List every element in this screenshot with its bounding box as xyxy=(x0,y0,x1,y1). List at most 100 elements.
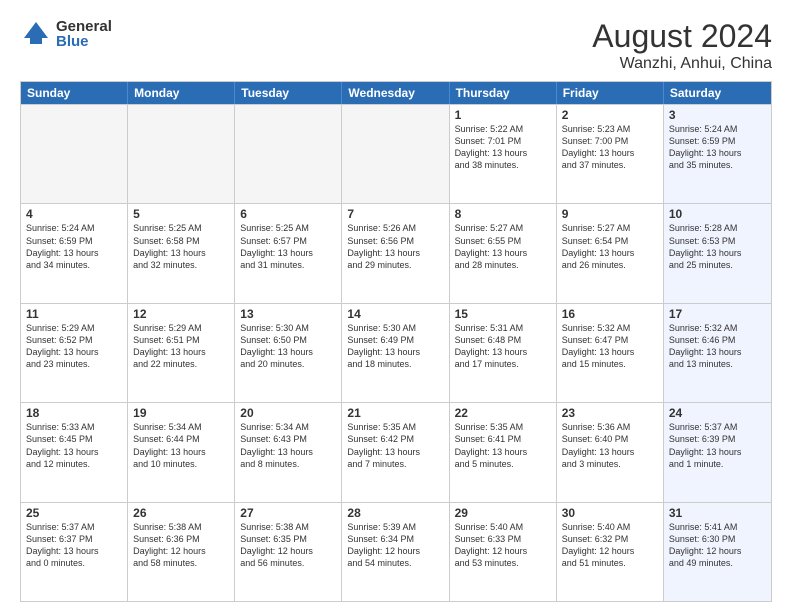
day-number: 22 xyxy=(455,406,551,420)
empty-cell-0-1 xyxy=(128,105,235,203)
day-number: 20 xyxy=(240,406,336,420)
day-number: 4 xyxy=(26,207,122,221)
day-info: Sunrise: 5:34 AM Sunset: 6:44 PM Dayligh… xyxy=(133,421,229,470)
day-cell-1: 1Sunrise: 5:22 AM Sunset: 7:01 PM Daylig… xyxy=(450,105,557,203)
day-cell-31: 31Sunrise: 5:41 AM Sunset: 6:30 PM Dayli… xyxy=(664,503,771,601)
day-cell-21: 21Sunrise: 5:35 AM Sunset: 6:42 PM Dayli… xyxy=(342,403,449,501)
week-row-4: 18Sunrise: 5:33 AM Sunset: 6:45 PM Dayli… xyxy=(21,402,771,501)
header-day-saturday: Saturday xyxy=(664,82,771,104)
header-day-sunday: Sunday xyxy=(21,82,128,104)
day-number: 3 xyxy=(669,108,766,122)
day-number: 13 xyxy=(240,307,336,321)
day-info: Sunrise: 5:37 AM Sunset: 6:39 PM Dayligh… xyxy=(669,421,766,470)
day-info: Sunrise: 5:23 AM Sunset: 7:00 PM Dayligh… xyxy=(562,123,658,172)
day-cell-22: 22Sunrise: 5:35 AM Sunset: 6:41 PM Dayli… xyxy=(450,403,557,501)
day-info: Sunrise: 5:38 AM Sunset: 6:36 PM Dayligh… xyxy=(133,521,229,570)
logo-icon xyxy=(20,18,52,50)
day-number: 6 xyxy=(240,207,336,221)
empty-cell-0-3 xyxy=(342,105,449,203)
day-info: Sunrise: 5:30 AM Sunset: 6:50 PM Dayligh… xyxy=(240,322,336,371)
header-day-monday: Monday xyxy=(128,82,235,104)
day-cell-7: 7Sunrise: 5:26 AM Sunset: 6:56 PM Daylig… xyxy=(342,204,449,302)
day-number: 17 xyxy=(669,307,766,321)
day-cell-3: 3Sunrise: 5:24 AM Sunset: 6:59 PM Daylig… xyxy=(664,105,771,203)
header-day-tuesday: Tuesday xyxy=(235,82,342,104)
day-number: 23 xyxy=(562,406,658,420)
empty-cell-0-0 xyxy=(21,105,128,203)
calendar: SundayMondayTuesdayWednesdayThursdayFrid… xyxy=(20,81,772,602)
day-info: Sunrise: 5:27 AM Sunset: 6:54 PM Dayligh… xyxy=(562,222,658,271)
day-cell-9: 9Sunrise: 5:27 AM Sunset: 6:54 PM Daylig… xyxy=(557,204,664,302)
day-info: Sunrise: 5:30 AM Sunset: 6:49 PM Dayligh… xyxy=(347,322,443,371)
day-cell-19: 19Sunrise: 5:34 AM Sunset: 6:44 PM Dayli… xyxy=(128,403,235,501)
day-cell-29: 29Sunrise: 5:40 AM Sunset: 6:33 PM Dayli… xyxy=(450,503,557,601)
day-cell-17: 17Sunrise: 5:32 AM Sunset: 6:46 PM Dayli… xyxy=(664,304,771,402)
day-info: Sunrise: 5:32 AM Sunset: 6:46 PM Dayligh… xyxy=(669,322,766,371)
day-info: Sunrise: 5:27 AM Sunset: 6:55 PM Dayligh… xyxy=(455,222,551,271)
logo-blue-text: Blue xyxy=(56,34,112,49)
day-info: Sunrise: 5:40 AM Sunset: 6:33 PM Dayligh… xyxy=(455,521,551,570)
day-cell-20: 20Sunrise: 5:34 AM Sunset: 6:43 PM Dayli… xyxy=(235,403,342,501)
day-cell-26: 26Sunrise: 5:38 AM Sunset: 6:36 PM Dayli… xyxy=(128,503,235,601)
logo: General Blue xyxy=(20,18,112,50)
day-number: 16 xyxy=(562,307,658,321)
week-row-1: 1Sunrise: 5:22 AM Sunset: 7:01 PM Daylig… xyxy=(21,104,771,203)
day-number: 12 xyxy=(133,307,229,321)
day-info: Sunrise: 5:31 AM Sunset: 6:48 PM Dayligh… xyxy=(455,322,551,371)
day-info: Sunrise: 5:40 AM Sunset: 6:32 PM Dayligh… xyxy=(562,521,658,570)
day-number: 30 xyxy=(562,506,658,520)
day-number: 1 xyxy=(455,108,551,122)
day-number: 18 xyxy=(26,406,122,420)
day-cell-28: 28Sunrise: 5:39 AM Sunset: 6:34 PM Dayli… xyxy=(342,503,449,601)
calendar-body: 1Sunrise: 5:22 AM Sunset: 7:01 PM Daylig… xyxy=(21,104,771,601)
day-cell-18: 18Sunrise: 5:33 AM Sunset: 6:45 PM Dayli… xyxy=(21,403,128,501)
page: General Blue August 2024 Wanzhi, Anhui, … xyxy=(0,0,792,612)
day-info: Sunrise: 5:28 AM Sunset: 6:53 PM Dayligh… xyxy=(669,222,766,271)
day-info: Sunrise: 5:32 AM Sunset: 6:47 PM Dayligh… xyxy=(562,322,658,371)
day-info: Sunrise: 5:35 AM Sunset: 6:42 PM Dayligh… xyxy=(347,421,443,470)
day-cell-8: 8Sunrise: 5:27 AM Sunset: 6:55 PM Daylig… xyxy=(450,204,557,302)
day-cell-5: 5Sunrise: 5:25 AM Sunset: 6:58 PM Daylig… xyxy=(128,204,235,302)
day-info: Sunrise: 5:25 AM Sunset: 6:58 PM Dayligh… xyxy=(133,222,229,271)
day-info: Sunrise: 5:34 AM Sunset: 6:43 PM Dayligh… xyxy=(240,421,336,470)
day-cell-15: 15Sunrise: 5:31 AM Sunset: 6:48 PM Dayli… xyxy=(450,304,557,402)
logo-general-text: General xyxy=(56,19,112,34)
day-cell-16: 16Sunrise: 5:32 AM Sunset: 6:47 PM Dayli… xyxy=(557,304,664,402)
day-cell-24: 24Sunrise: 5:37 AM Sunset: 6:39 PM Dayli… xyxy=(664,403,771,501)
day-number: 28 xyxy=(347,506,443,520)
day-number: 21 xyxy=(347,406,443,420)
day-info: Sunrise: 5:37 AM Sunset: 6:37 PM Dayligh… xyxy=(26,521,122,570)
day-info: Sunrise: 5:24 AM Sunset: 6:59 PM Dayligh… xyxy=(26,222,122,271)
calendar-header: SundayMondayTuesdayWednesdayThursdayFrid… xyxy=(21,82,771,104)
day-info: Sunrise: 5:29 AM Sunset: 6:52 PM Dayligh… xyxy=(26,322,122,371)
day-info: Sunrise: 5:41 AM Sunset: 6:30 PM Dayligh… xyxy=(669,521,766,570)
day-number: 26 xyxy=(133,506,229,520)
day-cell-4: 4Sunrise: 5:24 AM Sunset: 6:59 PM Daylig… xyxy=(21,204,128,302)
title-block: August 2024 Wanzhi, Anhui, China xyxy=(592,18,772,73)
week-row-2: 4Sunrise: 5:24 AM Sunset: 6:59 PM Daylig… xyxy=(21,203,771,302)
day-info: Sunrise: 5:22 AM Sunset: 7:01 PM Dayligh… xyxy=(455,123,551,172)
day-info: Sunrise: 5:25 AM Sunset: 6:57 PM Dayligh… xyxy=(240,222,336,271)
day-number: 27 xyxy=(240,506,336,520)
day-number: 29 xyxy=(455,506,551,520)
day-cell-27: 27Sunrise: 5:38 AM Sunset: 6:35 PM Dayli… xyxy=(235,503,342,601)
day-info: Sunrise: 5:29 AM Sunset: 6:51 PM Dayligh… xyxy=(133,322,229,371)
day-number: 5 xyxy=(133,207,229,221)
logo-text: General Blue xyxy=(56,19,112,49)
location-title: Wanzhi, Anhui, China xyxy=(592,55,772,73)
day-number: 11 xyxy=(26,307,122,321)
day-info: Sunrise: 5:35 AM Sunset: 6:41 PM Dayligh… xyxy=(455,421,551,470)
day-cell-30: 30Sunrise: 5:40 AM Sunset: 6:32 PM Dayli… xyxy=(557,503,664,601)
day-cell-6: 6Sunrise: 5:25 AM Sunset: 6:57 PM Daylig… xyxy=(235,204,342,302)
day-number: 2 xyxy=(562,108,658,122)
header-day-friday: Friday xyxy=(557,82,664,104)
day-info: Sunrise: 5:26 AM Sunset: 6:56 PM Dayligh… xyxy=(347,222,443,271)
month-title: August 2024 xyxy=(592,18,772,55)
day-info: Sunrise: 5:36 AM Sunset: 6:40 PM Dayligh… xyxy=(562,421,658,470)
day-cell-23: 23Sunrise: 5:36 AM Sunset: 6:40 PM Dayli… xyxy=(557,403,664,501)
day-number: 9 xyxy=(562,207,658,221)
day-number: 19 xyxy=(133,406,229,420)
day-info: Sunrise: 5:38 AM Sunset: 6:35 PM Dayligh… xyxy=(240,521,336,570)
day-number: 31 xyxy=(669,506,766,520)
day-number: 24 xyxy=(669,406,766,420)
